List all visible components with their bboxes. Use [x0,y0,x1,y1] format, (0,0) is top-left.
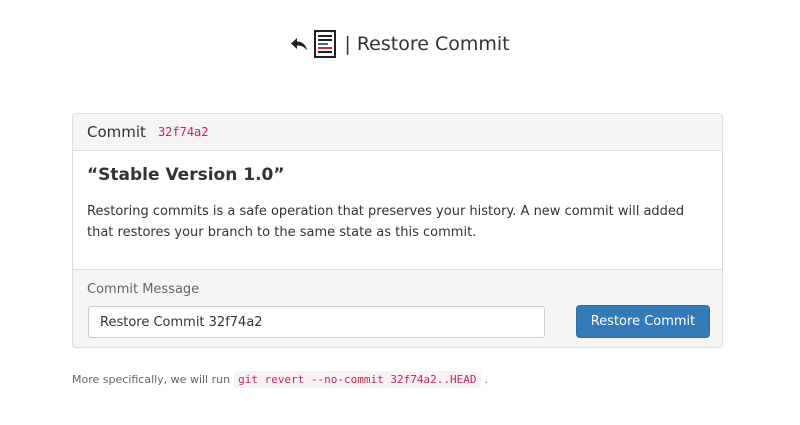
note-suffix: . [484,373,489,386]
page-header: | Restore Commit [0,28,800,60]
note-prefix: More specifically, we will run [72,373,231,386]
panel-footer: Commit Message Restore Commit [73,269,722,347]
page-title: | Restore Commit [344,33,510,55]
restore-commit-button[interactable]: Restore Commit [576,305,710,338]
commit-panel: Commit 32f74a2 “Stable Version 1.0” Rest… [72,113,723,348]
command-note: More specifically, we will run git rever… [72,371,488,388]
commit-title: “Stable Version 1.0” [87,165,285,185]
commit-message-label: Commit Message [87,282,200,297]
panel-heading-label: Commit [87,123,146,141]
document-icon [314,30,337,58]
commit-message-input[interactable] [88,306,545,338]
undo-arrow-icon [290,36,310,52]
commit-hash: 32f74a2 [153,123,213,141]
git-command: git revert --no-commit 32f74a2..HEAD [234,371,481,388]
header-inner: | Restore Commit [290,30,510,58]
panel-body: “Stable Version 1.0” Restoring commits i… [73,151,722,269]
panel-heading: Commit 32f74a2 [73,114,722,151]
commit-description: Restoring commits is a safe operation th… [87,204,685,240]
